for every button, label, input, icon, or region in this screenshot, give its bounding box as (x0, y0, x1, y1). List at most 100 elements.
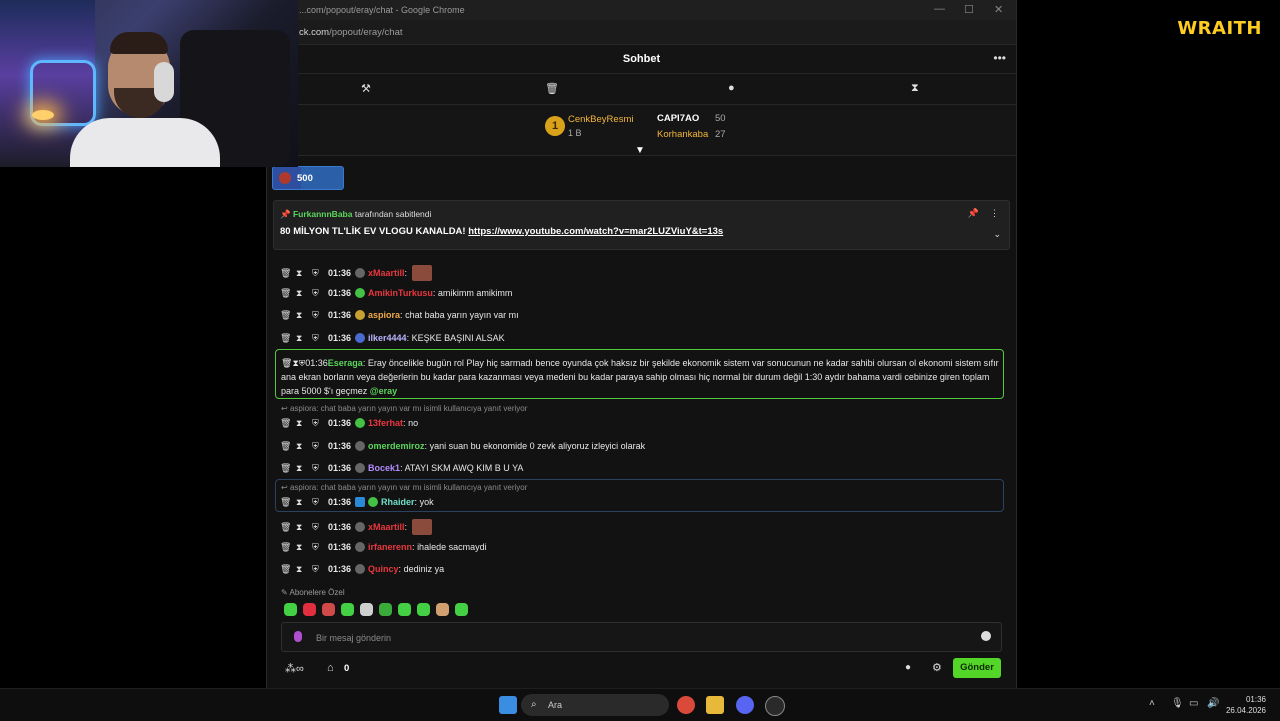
emote-button[interactable] (379, 603, 392, 616)
timeout-icon[interactable]: ⧗ (296, 497, 312, 508)
delete-msg-icon[interactable]: 🗑 (280, 522, 296, 533)
emote-button[interactable] (341, 603, 354, 616)
timeout-icon[interactable]: ⧗ (296, 441, 312, 452)
emote-button[interactable] (455, 603, 468, 616)
app-icon[interactable] (765, 696, 785, 716)
emoji-icon[interactable] (981, 631, 991, 641)
timeout-icon[interactable]: ⧗ (296, 522, 312, 533)
emote-button[interactable] (322, 603, 335, 616)
msg-user[interactable]: ilker4444 (368, 333, 407, 343)
msg-user[interactable]: Rhaider (381, 497, 415, 507)
chat-bubble-icon[interactable]: ● (728, 82, 735, 94)
network-icon[interactable]: ▭ (1189, 698, 1198, 709)
ban-icon[interactable]: ⛨ (312, 542, 328, 553)
ban-icon[interactable]: ⛨ (312, 268, 328, 279)
delete-msg-icon[interactable]: 🗑 (280, 418, 296, 429)
msg-user[interactable]: irfanerenn (368, 542, 412, 552)
ban-icon[interactable]: ⛨ (312, 564, 328, 575)
leader-first-name[interactable]: CenkBeyResmi (568, 114, 633, 125)
file-explorer-icon[interactable] (706, 696, 724, 714)
timeout-icon[interactable]: ⧗ (296, 288, 312, 299)
chat-message: 🗑 ⧗ ⛨ 01:36 Bocek1: ATAYI SKM AWQ KIM B U YA (280, 463, 524, 474)
url[interactable]: ck.com/popout/eray/chat (299, 27, 403, 38)
maximize-icon[interactable]: ☐ (964, 3, 974, 16)
msg-user[interactable]: 13ferhat (368, 418, 403, 428)
ban-icon[interactable]: ⛨ (312, 522, 328, 533)
delete-msg-icon[interactable]: 🗑 (280, 463, 296, 474)
chat-settings-icon[interactable]: ● (905, 662, 911, 673)
delete-msg-icon[interactable]: 🗑 (280, 497, 296, 508)
msg-user[interactable]: xMaartill (368, 268, 405, 278)
timeout-icon[interactable]: ⧗ (296, 310, 312, 321)
store-icon[interactable]: ⌂ (327, 662, 334, 674)
leader-second-name[interactable]: CAPI7AO (657, 113, 699, 124)
microphone-tray-icon[interactable]: 🎙 (1171, 698, 1184, 709)
delete-msg-icon[interactable]: 🗑 (280, 288, 296, 299)
chevron-up-icon[interactable]: ˄ (1149, 698, 1155, 709)
msg-user[interactable]: xMaartill (368, 522, 405, 532)
windows-start-icon[interactable] (499, 696, 517, 714)
goal-progress[interactable]: 500 (272, 166, 344, 190)
ban-icon[interactable]: ⛨ (312, 441, 328, 452)
msg-time: 01:36 (328, 522, 352, 532)
ban-icon[interactable]: ⛨ (312, 333, 328, 344)
pinned-more-icon[interactable]: ⋮ (990, 208, 999, 219)
gear-icon[interactable]: ⚙ (932, 661, 942, 674)
microphone-icon[interactable] (294, 631, 302, 642)
timeout-icon[interactable]: ⧗ (296, 542, 312, 553)
infinity-icon[interactable]: ⁂∞ (285, 662, 304, 675)
msg-user[interactable]: omerdemiroz (368, 441, 425, 451)
msg-user[interactable]: Bocek1 (368, 463, 400, 473)
chrome-icon[interactable] (677, 696, 695, 714)
msg-user[interactable]: aspiora (368, 310, 400, 320)
timeout-icon[interactable]: ⧗ (296, 333, 312, 344)
unpin-icon[interactable]: 📌 (968, 208, 979, 219)
minimize-icon[interactable]: — (934, 3, 945, 15)
delete-msg-icon[interactable]: 🗑 (281, 358, 292, 368)
ban-icon[interactable]: ⛨ (312, 288, 328, 299)
close-icon[interactable]: ✕ (994, 3, 1003, 16)
taskbar-search[interactable]: ⌕ Ara (521, 694, 669, 716)
gavel-icon[interactable]: ⚒ (361, 82, 371, 95)
delete-msg-icon[interactable]: 🗑 (280, 333, 296, 344)
emote-button[interactable] (436, 603, 449, 616)
emote-button[interactable] (284, 603, 297, 616)
volume-icon[interactable]: 🔊 (1207, 698, 1219, 709)
leader-third-name[interactable]: Korhankaba (657, 129, 708, 140)
delete-msg-icon[interactable]: 🗑 (280, 542, 296, 553)
msg-user[interactable]: AmikinTurkusu (368, 288, 433, 298)
pinned-text: 80 MİLYON TL'LİK EV VLOGU KANALDA! https… (280, 226, 723, 237)
mention[interactable]: @eray (370, 386, 397, 396)
chevron-down-icon[interactable]: ⌄ (993, 229, 1001, 240)
pinned-link[interactable]: https://www.youtube.com/watch?v=mar2LUZV… (468, 226, 723, 237)
discord-icon[interactable] (736, 696, 754, 714)
timeout-icon[interactable]: ⧗ (296, 418, 312, 429)
badge-icon (355, 463, 366, 473)
emote-button[interactable] (360, 603, 373, 616)
timeout-icon[interactable]: ⧗ (296, 268, 312, 279)
message-input[interactable]: Bir mesaj gönderin (281, 622, 1002, 652)
msg-user[interactable]: Quincy (368, 564, 399, 574)
delete-msg-icon[interactable]: 🗑 (280, 441, 296, 452)
pinned-user[interactable]: FurkannnBaba (293, 209, 353, 219)
ban-icon[interactable]: ⛨ (312, 497, 328, 508)
delete-msg-icon[interactable]: 🗑 (280, 268, 296, 279)
emote-button[interactable] (303, 603, 316, 616)
msg-user[interactable]: Eseraga (328, 358, 363, 368)
ban-icon[interactable]: ⛨ (312, 418, 328, 429)
emote-button[interactable] (417, 603, 430, 616)
hourglass-icon[interactable]: ⧗ (911, 82, 919, 95)
ban-icon[interactable]: ⛨ (312, 310, 328, 321)
more-options-icon[interactable]: ••• (993, 51, 1006, 65)
emote-button[interactable] (398, 603, 411, 616)
send-button[interactable]: Gönder (953, 658, 1001, 678)
delete-msg-icon[interactable]: 🗑 (280, 310, 296, 321)
timeout-icon[interactable]: ⧗ (296, 463, 312, 474)
collapse-icon[interactable]: ▼ (635, 145, 645, 156)
delete-msg-icon[interactable]: 🗑 (280, 564, 296, 575)
address-bar[interactable]: ck.com/popout/eray/chat (267, 20, 1016, 45)
trash-icon[interactable]: 🗑 (545, 82, 559, 95)
ban-icon[interactable]: ⛨ (312, 463, 328, 474)
clock[interactable]: 01:36 26.04.2026 (1226, 694, 1266, 716)
timeout-icon[interactable]: ⧗ (296, 564, 312, 575)
